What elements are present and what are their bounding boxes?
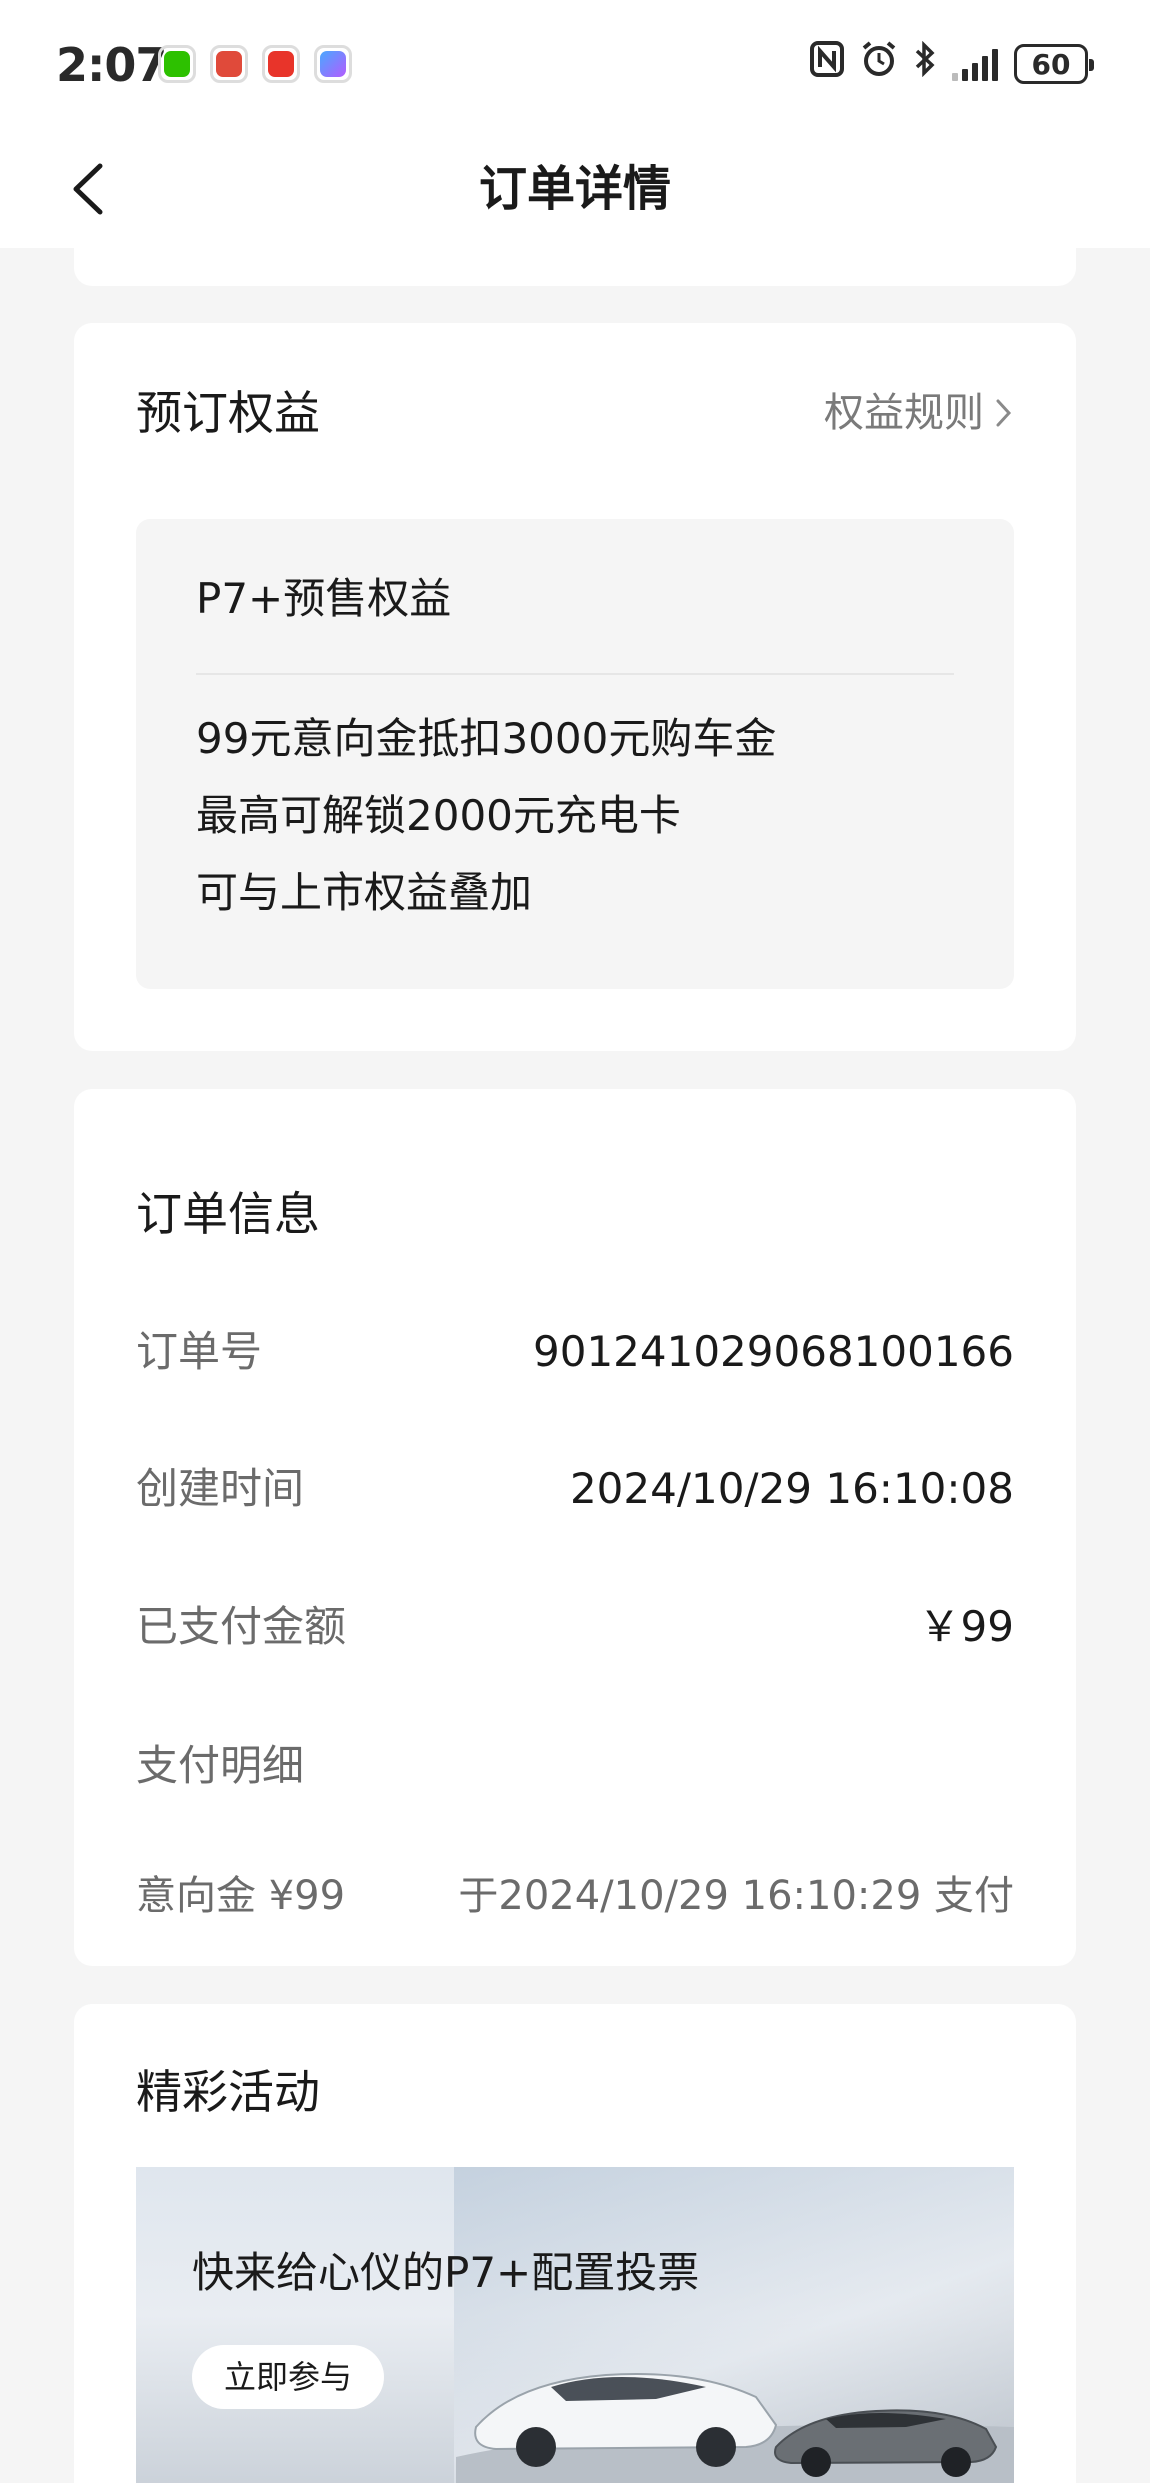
order-number-label: 订单号 xyxy=(136,1327,263,1376)
join-now-button[interactable]: 立即参与 xyxy=(192,2345,385,2409)
status-indicators: 60 xyxy=(810,40,1094,89)
nfc-icon xyxy=(810,40,844,88)
app-notification-icon xyxy=(210,45,248,83)
iqiyi-icon xyxy=(314,45,352,83)
status-bar: 2:07 60 xyxy=(0,0,1150,130)
benefit-box-title: P7+预售权益 xyxy=(196,574,452,623)
benefit-line: 最高可解锁2000元充电卡 xyxy=(196,791,681,840)
payment-detail-time: 于2024/10/29 16:10:29 支付 xyxy=(458,1873,1014,1919)
activity-banner[interactable]: 快来给心仪的P7+配置投票 立即参与 xyxy=(136,2167,1014,2483)
alarm-icon xyxy=(860,40,898,89)
status-time: 2:07 xyxy=(56,38,167,92)
payment-detail-label: 支付明细 xyxy=(136,1741,305,1790)
paid-amount-value: ￥99 xyxy=(918,1602,1014,1651)
divider xyxy=(196,673,954,675)
benefit-box: P7+预售权益 99元意向金抵扣3000元购车金 最高可解锁2000元充电卡 可… xyxy=(136,519,1014,989)
paid-amount-label: 已支付金额 xyxy=(136,1602,347,1651)
previous-card xyxy=(74,230,1076,286)
wechat-icon xyxy=(158,45,196,83)
benefit-line: 可与上市权益叠加 xyxy=(196,868,533,917)
bluetooth-icon xyxy=(914,40,936,88)
benefit-rules-link[interactable]: 权益规则 xyxy=(824,383,1014,443)
activities-title: 精彩活动 xyxy=(136,2065,320,2119)
taobao-icon xyxy=(262,45,300,83)
benefits-title: 预订权益 xyxy=(136,386,320,440)
signal-icon xyxy=(952,47,998,81)
order-info-card: 订单信息 订单号 901241029068100166 创建时间 2024/10… xyxy=(74,1089,1076,1966)
car-image xyxy=(456,2372,1014,2483)
chevron-right-icon xyxy=(996,399,1012,427)
page-title: 订单详情 xyxy=(478,161,671,217)
order-number-value: 901241029068100166 xyxy=(533,1327,1014,1376)
order-info-title: 订单信息 xyxy=(136,1187,320,1241)
benefits-card: 预订权益 权益规则 P7+预售权益 99元意向金抵扣3000元购车金 最高可解锁… xyxy=(74,323,1076,1051)
payment-detail-item: 意向金 ¥99 xyxy=(136,1873,346,1919)
benefit-line: 99元意向金抵扣3000元购车金 xyxy=(196,714,777,763)
banner-title: 快来给心仪的P7+配置投票 xyxy=(192,2248,700,2297)
activities-card: 精彩活动 快来给心仪的P7+配置投票 立即参与 xyxy=(74,2004,1076,2483)
created-time-label: 创建时间 xyxy=(136,1464,305,1513)
battery-icon: 60 xyxy=(1014,44,1094,84)
benefit-rules-label: 权益规则 xyxy=(824,390,984,436)
created-time-value: 2024/10/29 16:10:08 xyxy=(569,1464,1014,1513)
